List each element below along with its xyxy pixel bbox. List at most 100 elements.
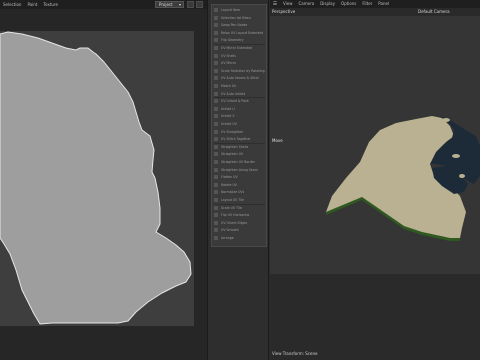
tool-icon — [214, 114, 218, 119]
list-item-label: Layout UV Tile — [221, 198, 244, 202]
tool-icon — [214, 160, 218, 164]
list-item[interactable]: Selection list Blend — [214, 15, 265, 21]
tool-list: Layout Item Selection list Blend Swap Pen … — [211, 4, 267, 247]
list-item[interactable]: Straighten Shells — [214, 144, 265, 150]
camera-name-label[interactable]: Default Camera — [418, 9, 450, 14]
list-item[interactable]: Arrange — [214, 235, 265, 241]
list-item[interactable]: Layout Item — [214, 7, 265, 13]
list-item[interactable]: Unfold V — [214, 113, 265, 119]
list-item[interactable]: Unfold U — [214, 106, 265, 112]
list-item[interactable]: UV Shells — [214, 53, 265, 59]
tool-icon — [214, 190, 218, 195]
tool-icon — [214, 61, 218, 66]
list-item[interactable]: Straighten Along Seam — [214, 167, 265, 173]
list-item[interactable]: UV Auto Unfold — [214, 91, 265, 97]
tool-icon — [214, 167, 218, 172]
app-window: Selection Paint Texture Project ▾ Layout… — [0, 0, 480, 360]
list-item-label: UV Auto Unfold — [221, 91, 246, 96]
list-item-label: UV Smooth — [221, 228, 239, 233]
list-item[interactable]: Straighten UV — [214, 151, 265, 157]
hamburger-menu-icon[interactable]: ☰ — [270, 1, 280, 7]
tool-icon — [214, 236, 218, 240]
list-item-label: Arrange — [221, 236, 234, 240]
list-item-label: UV Straighten — [221, 129, 244, 134]
tool-list-panel: Layout Item Selection list Blend Swap Pen … — [207, 0, 269, 360]
list-item[interactable]: Layout UV Tile — [214, 197, 265, 203]
terrain-model[interactable] — [270, 16, 480, 274]
list-item[interactable]: Normalize UVs — [214, 189, 265, 195]
menu-options[interactable]: Options — [338, 0, 359, 8]
viewport-3d-canvas[interactable]: Move — [270, 16, 480, 274]
tool-icon — [214, 53, 218, 58]
list-item-label: UV Orient Edges — [221, 220, 248, 225]
tool-icon — [214, 68, 218, 73]
list-item[interactable]: Scale Selection by Rotating — [214, 68, 265, 74]
tool-icon — [214, 15, 218, 20]
viewport-footer: View Transform: Scene — [270, 274, 480, 360]
list-item-label: Match UV — [221, 84, 237, 88]
tool-icon — [214, 76, 218, 81]
tool-icon — [214, 228, 218, 233]
list-item[interactable]: Relax UV Layout Extended — [214, 30, 265, 36]
list-item[interactable]: Flatten UV — [214, 174, 265, 180]
tool-icon — [214, 220, 218, 225]
tool-icon — [214, 106, 218, 111]
list-item[interactable]: Rotate UV — [214, 182, 265, 188]
list-item-label: Scale Selection by Rotating — [221, 68, 265, 73]
list-item[interactable]: Unfold UV — [214, 121, 265, 127]
list-item[interactable]: UV Mirror — [214, 60, 265, 66]
list-item-label: Straighten UV Border — [221, 160, 255, 164]
list-item[interactable]: UV Auto Seams & Stitch — [214, 75, 265, 81]
menu-filter[interactable]: Filter — [359, 0, 375, 8]
list-item[interactable]: UV Mirror Extended — [214, 45, 265, 51]
tool-icon — [214, 175, 218, 180]
list-item[interactable]: UV Orient Edges — [214, 220, 265, 226]
list-item[interactable]: UV Unfold & Pack — [214, 98, 265, 104]
list-item-label: UV Auto Seams & Stitch — [221, 76, 260, 81]
terrain-island — [452, 154, 460, 158]
list-item-label: Flatten UV — [221, 175, 238, 180]
tool-icon — [214, 99, 218, 104]
uv-shell-canvas[interactable] — [0, 0, 207, 360]
viewport-panel: ☰ View Camera Display Options Filter Pan… — [270, 0, 480, 360]
menu-panel[interactable]: Panel — [375, 0, 392, 8]
list-item[interactable]: Swap Pen Nodes — [214, 22, 265, 28]
tool-icon — [214, 23, 218, 28]
move-tool-label: Move — [272, 138, 283, 143]
tool-icon — [214, 213, 218, 218]
list-item-label: Scale UV Tile — [221, 205, 242, 210]
list-item[interactable]: Flip Geometry — [214, 37, 265, 43]
list-item[interactable]: Scale UV Tile — [214, 205, 265, 211]
list-item-label: Unfold V — [221, 114, 235, 119]
viewport-menubar: ☰ View Camera Display Options Filter Pan… — [270, 0, 480, 8]
list-item-label: Relax UV Layout Extended — [221, 30, 264, 35]
tool-icon — [214, 84, 218, 88]
list-item-label: Straighten Along Seam — [221, 167, 258, 172]
terrain-island — [459, 174, 465, 178]
camera-mode-label[interactable]: Perspective — [272, 9, 295, 14]
tool-icon — [214, 8, 218, 12]
menu-view[interactable]: View — [280, 0, 296, 8]
list-item-label: Normalize UVs — [221, 190, 245, 195]
list-item[interactable]: Match UV — [214, 83, 265, 89]
list-item-label: Straighten UV — [221, 152, 244, 157]
tool-icon — [214, 144, 218, 149]
list-item[interactable]: UV Smooth — [214, 227, 265, 233]
uv-editor-panel: Selection Paint Texture Project ▾ — [0, 0, 207, 360]
list-item[interactable]: Flip UV Horizontal — [214, 212, 265, 218]
menu-camera[interactable]: Camera — [296, 0, 318, 8]
tool-icon — [214, 182, 218, 187]
viewport-header: Perspective Default Camera — [270, 8, 480, 16]
menu-display[interactable]: Display — [317, 0, 338, 8]
tool-icon — [214, 137, 218, 142]
list-item[interactable]: UV Straighten — [214, 129, 265, 135]
tool-icon — [214, 38, 218, 43]
list-item[interactable]: Straighten UV Border — [214, 159, 265, 165]
list-item-label: Straighten Shells — [221, 144, 249, 149]
uv-shell — [0, 31, 192, 325]
list-item-label: Layout Item — [221, 8, 241, 12]
list-item[interactable]: UV Stitch Together — [214, 136, 265, 142]
tool-icon — [214, 91, 218, 96]
list-item-label: UV Stitch Together — [221, 137, 251, 142]
list-item-label: UV Unfold & Pack — [221, 99, 249, 104]
